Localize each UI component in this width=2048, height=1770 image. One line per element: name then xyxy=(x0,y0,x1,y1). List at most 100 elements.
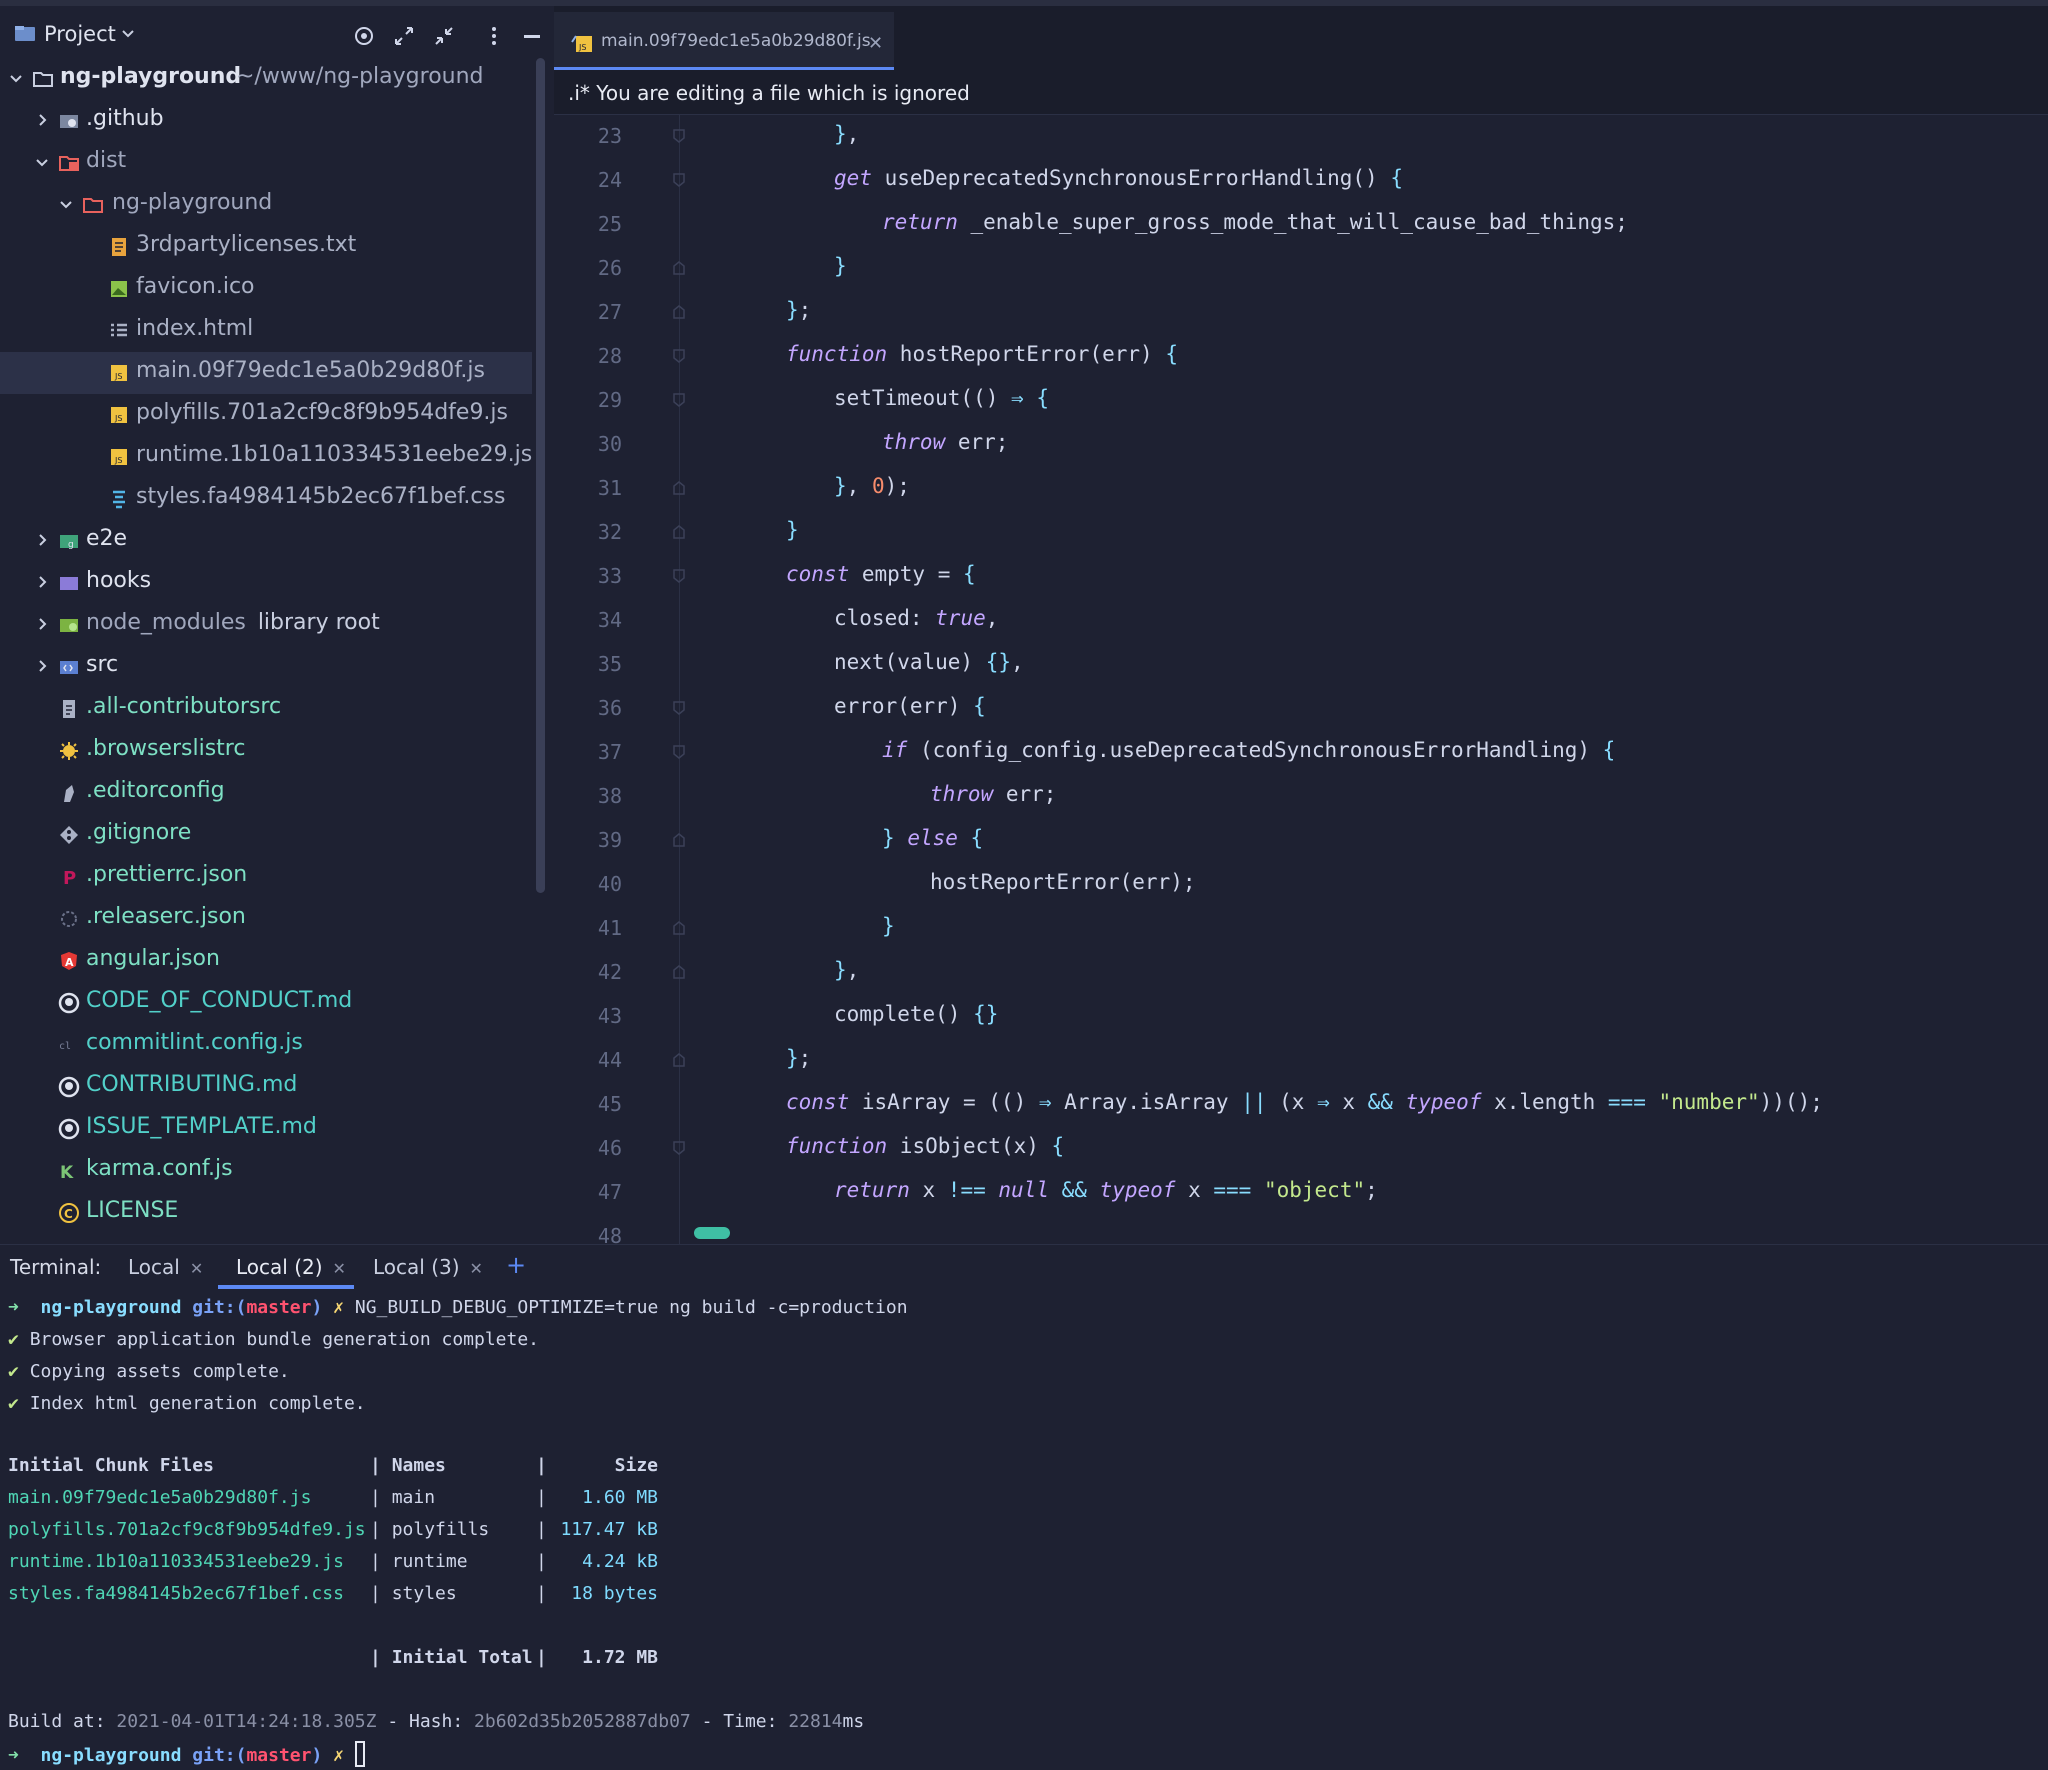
chevron-down-icon[interactable] xyxy=(34,154,50,170)
svg-text:P: P xyxy=(63,868,76,888)
tree-item-node-modules[interactable]: node_modules library root xyxy=(0,604,532,646)
code-line: 44}; xyxy=(554,1038,2048,1082)
check-icon: ✔ xyxy=(8,1393,19,1414)
tree-item-file[interactable]: styles.fa4984145b2ec67f1bef.css xyxy=(0,478,532,520)
js-file-icon: JS xyxy=(111,365,127,381)
tree-item-label: hooks xyxy=(86,568,152,593)
project-panel-title[interactable]: Project xyxy=(44,22,116,46)
check-icon: ✔ xyxy=(8,1361,19,1382)
line-number: 46 xyxy=(597,1136,622,1160)
tree-item-root[interactable]: ng-playground ~/www/ng-playground xyxy=(0,58,532,100)
tree-item-dist-ng-playground[interactable]: ng-playground xyxy=(0,184,532,226)
fold-marker-icon[interactable] xyxy=(672,1052,686,1068)
tree-item-file[interactable]: C LICENSE xyxy=(0,1192,532,1234)
tree-item-e2e[interactable]: g e2e xyxy=(0,520,532,562)
terminal-tab-local-3[interactable]: Local (3) ✕ xyxy=(373,1255,483,1279)
expand-all-icon[interactable] xyxy=(392,24,416,48)
horizontal-scrollbar[interactable] xyxy=(694,1227,730,1239)
tree-item-file[interactable]: favicon.ico xyxy=(0,268,532,310)
build-at-label: Build at: xyxy=(8,1711,106,1732)
tab-label: main.09f79edc1e5a0b29d80f.js xyxy=(601,31,871,51)
fold-marker-icon[interactable] xyxy=(672,172,686,188)
fold-marker-icon[interactable] xyxy=(672,700,686,716)
tree-item-github[interactable]: .github xyxy=(0,100,532,142)
svg-text:C: C xyxy=(64,1207,73,1221)
add-terminal-icon[interactable]: + xyxy=(506,1251,526,1279)
fold-marker-icon[interactable] xyxy=(672,832,686,848)
close-icon[interactable]: ✕ xyxy=(470,1259,483,1278)
fold-marker-icon[interactable] xyxy=(672,1140,686,1156)
tree-item-file[interactable]: 3rdpartylicenses.txt xyxy=(0,226,532,268)
prompt-git-close: ) xyxy=(311,1745,323,1766)
chevron-right-icon[interactable] xyxy=(34,574,50,590)
fold-marker-icon[interactable] xyxy=(672,964,686,980)
line-number: 43 xyxy=(597,1004,622,1028)
collapse-all-icon[interactable] xyxy=(432,24,456,48)
hide-panel-icon[interactable] xyxy=(520,24,544,48)
fold-marker-icon[interactable] xyxy=(672,348,686,364)
tree-item-file[interactable]: JS runtime.1b10a110334531eebe29.js xyxy=(0,436,532,478)
prompt-project: ng-playground xyxy=(40,1297,182,1318)
code-area[interactable]: _enable_super_gross_mode_that_will_cause… xyxy=(554,114,2048,1244)
terminal-tab-local-2[interactable]: Local (2) ✕ xyxy=(236,1255,346,1279)
tree-item-file[interactable]: JS polyfills.701a2cf9c8f9b954dfe9.js xyxy=(0,394,532,436)
header-names: Names xyxy=(391,1455,446,1476)
fold-marker-icon[interactable] xyxy=(672,304,686,320)
code-line: 42}, xyxy=(554,950,2048,994)
chevron-right-icon[interactable] xyxy=(34,616,50,632)
tree-item-file[interactable]: cl commitlint.config.js xyxy=(0,1024,532,1066)
fold-marker-icon[interactable] xyxy=(672,392,686,408)
tree-item-file[interactable]: .browserslistrc xyxy=(0,730,532,772)
more-options-icon[interactable] xyxy=(482,24,506,48)
github-icon xyxy=(58,992,80,1014)
folder-icon xyxy=(33,72,53,87)
chevron-right-icon[interactable] xyxy=(34,532,50,548)
tree-item-label: polyfills.701a2cf9c8f9b954dfe9.js xyxy=(136,400,509,425)
chunk-name: styles xyxy=(391,1583,457,1604)
tree-item-dist[interactable]: dist xyxy=(0,142,532,184)
total-label: Initial Total xyxy=(391,1647,533,1668)
chevron-right-icon[interactable] xyxy=(34,658,50,674)
fold-marker-icon[interactable] xyxy=(672,744,686,760)
tree-item-file[interactable]: .gitignore xyxy=(0,814,532,856)
fold-marker-icon[interactable] xyxy=(672,568,686,584)
tree-item-file[interactable]: index.html xyxy=(0,310,532,352)
tree-item-file[interactable]: .all-contributorsrc xyxy=(0,688,532,730)
terminal-output[interactable]: ➜ ng-playground git:(master) ✗ NG_BUILD_… xyxy=(0,1289,2048,1770)
svg-text:A: A xyxy=(65,956,74,969)
tree-item-file[interactable]: K karma.conf.js xyxy=(0,1150,532,1192)
tree-item-file[interactable]: P .prettierrc.json xyxy=(0,856,532,898)
fold-marker-icon[interactable] xyxy=(672,260,686,276)
close-icon[interactable]: ✕ xyxy=(190,1259,203,1278)
terminal-tab-local[interactable]: Local ✕ xyxy=(128,1255,203,1279)
ide-window: Project ng-playground ~/www/ng-playgroun… xyxy=(0,0,2048,1770)
chevron-down-icon[interactable] xyxy=(120,25,136,41)
tree-item-file-selected[interactable]: JS main.09f79edc1e5a0b29d80f.js xyxy=(0,352,532,394)
tree-item-file[interactable]: A angular.json xyxy=(0,940,532,982)
close-icon[interactable]: ✕ xyxy=(333,1259,346,1278)
locate-icon[interactable] xyxy=(352,24,376,48)
prompt-branch: master xyxy=(246,1297,312,1318)
tree-item-label: 3rdpartylicenses.txt xyxy=(136,232,357,257)
fold-marker-icon[interactable] xyxy=(672,128,686,144)
chevron-right-icon[interactable] xyxy=(34,112,50,128)
folder-icon xyxy=(83,198,103,213)
chevron-down-icon[interactable] xyxy=(8,70,24,86)
chevron-down-icon[interactable] xyxy=(58,196,74,212)
fold-marker-icon[interactable] xyxy=(672,920,686,936)
tree-item-file[interactable]: .editorconfig xyxy=(0,772,532,814)
project-scrollbar[interactable] xyxy=(536,58,545,893)
tree-item-src[interactable]: src xyxy=(0,646,532,688)
chunk-name: runtime xyxy=(391,1551,468,1572)
line-number: 40 xyxy=(597,872,622,896)
tree-item-file[interactable]: .releaserc.json xyxy=(0,898,532,940)
tree-item-file[interactable]: ISSUE_TEMPLATE.md xyxy=(0,1108,532,1150)
tree-item-file[interactable]: CODE_OF_CONDUCT.md xyxy=(0,982,532,1024)
close-tab-icon[interactable]: ✕ xyxy=(868,33,883,54)
editor-tab-active[interactable]: JS main.09f79edc1e5a0b29d80f.js ✕ xyxy=(554,12,894,70)
project-icon xyxy=(15,26,35,41)
fold-marker-icon[interactable] xyxy=(672,524,686,540)
fold-marker-icon[interactable] xyxy=(672,480,686,496)
tree-item-hooks[interactable]: hooks xyxy=(0,562,532,604)
tree-item-file[interactable]: CONTRIBUTING.md xyxy=(0,1066,532,1108)
